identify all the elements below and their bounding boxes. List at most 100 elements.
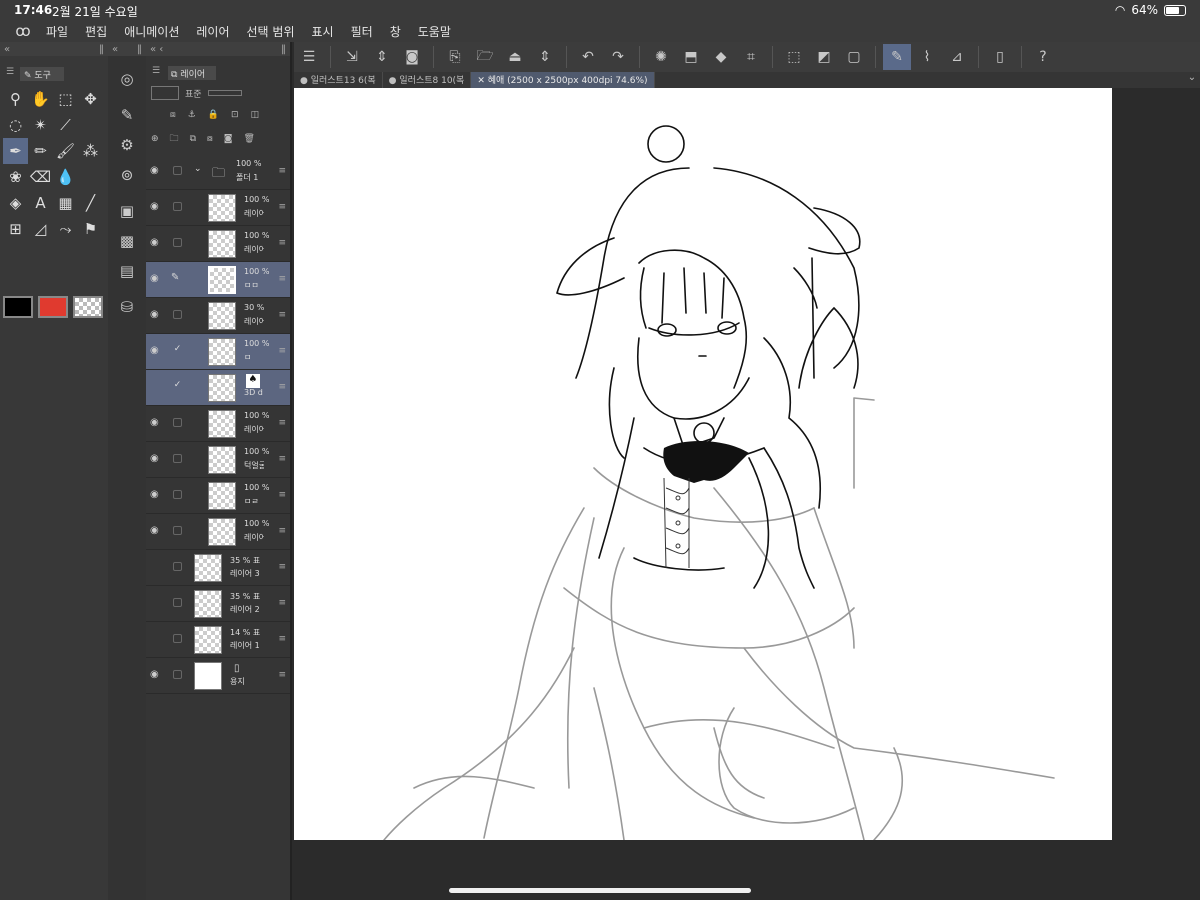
layer-menu-icon[interactable]: ≡ <box>278 670 286 680</box>
layer-menu-icon[interactable]: ≡ <box>278 238 286 248</box>
magic-wand-icon[interactable]: ✴ <box>28 112 53 138</box>
collapse-left-icon[interactable]: « <box>112 44 118 55</box>
eraser-icon[interactable]: ⌫ <box>28 164 53 190</box>
transparent-color-swatch[interactable] <box>73 296 103 318</box>
layer-row[interactable]: ◉ 100 % 턱얼굴 ≡ <box>146 442 290 478</box>
background-color-swatch[interactable] <box>38 296 68 318</box>
ruler-icon[interactable]: ◿ <box>28 216 53 242</box>
navigator-icon[interactable]: ◎ <box>116 68 138 90</box>
collapse-left-icon[interactable]: « ‹ <box>150 44 163 55</box>
clip-studio-logo-icon[interactable]: ꝏ <box>0 22 46 40</box>
new-file-icon[interactable]: ⎘ <box>441 44 469 70</box>
eye-icon[interactable]: ◉ <box>150 345 162 356</box>
text-icon[interactable]: A <box>28 190 53 216</box>
eye-icon[interactable]: ◉ <box>150 165 162 176</box>
menu-filter[interactable]: 필터 <box>351 23 373 40</box>
menu-animation[interactable]: 애니메이션 <box>124 23 179 40</box>
layer-checkbox[interactable] <box>173 562 182 571</box>
layer-menu-icon[interactable]: ≡ <box>278 382 286 392</box>
decoration-icon[interactable]: ❀ <box>3 164 28 190</box>
eye-icon[interactable]: ◉ <box>150 417 162 428</box>
eye-icon[interactable]: ◉ <box>150 525 162 536</box>
layer-menu-icon[interactable]: ≡ <box>278 166 286 176</box>
panel-menu-icon[interactable]: ☰ <box>6 67 14 77</box>
layer-row[interactable]: ◉ ✓ 100 % ㅁ ≡ <box>146 334 290 370</box>
zoom-icon[interactable]: ⚲ <box>3 86 28 112</box>
clip-icon[interactable]: ⧈ <box>170 110 176 120</box>
drawing-paper[interactable] <box>294 88 1112 840</box>
layer-row[interactable]: ◉ ⌄ 🗀 100 % 폴더 1 ≡ <box>146 154 290 190</box>
pencil-icon[interactable]: ✏ <box>28 138 53 164</box>
layer-checkbox[interactable] <box>173 454 182 463</box>
layer-checkbox[interactable] <box>173 202 182 211</box>
menu-edit[interactable]: 편집 <box>85 23 107 40</box>
crop-icon[interactable]: ⌗ <box>737 44 765 70</box>
eye-icon[interactable]: ◉ <box>150 489 162 500</box>
layer-menu-icon[interactable]: ≡ <box>278 526 286 536</box>
move-icon[interactable]: ✥ <box>78 86 103 112</box>
mask-add-icon[interactable]: ◙ <box>224 134 233 144</box>
panel-menu-icon[interactable]: ☰ <box>152 66 160 76</box>
canvas-tab[interactable]: ✕ 혜애 (2500 x 2500px 400dpi 74.6%) <box>471 72 655 88</box>
layer-row[interactable]: 35 % 표 레이어 3 ≡ <box>146 550 290 586</box>
eye-icon[interactable]: ◉ <box>150 273 162 284</box>
layer-checkbox[interactable] <box>173 634 182 643</box>
brush-icon[interactable]: 🖌 <box>53 138 78 164</box>
layer-menu-icon[interactable]: ≡ <box>278 598 286 608</box>
frame-icon[interactable]: ⊞ <box>3 216 28 242</box>
layer-row[interactable]: ◉ 30 % 레이어 ≡ <box>146 298 290 334</box>
updown-icon[interactable]: ⇕ <box>368 44 396 70</box>
mask-icon[interactable]: ◫ <box>251 110 260 120</box>
layer-checkbox[interactable] <box>173 670 182 679</box>
lock-icon[interactable]: 🔒 <box>208 110 219 120</box>
canvas-tab[interactable]: ● 일러스트13 6(복 <box>294 72 383 88</box>
layer-menu-icon[interactable]: ≡ <box>278 274 286 284</box>
merge-layer-icon[interactable]: ⧇ <box>207 134 213 144</box>
layer-checkbox[interactable] <box>173 310 182 319</box>
undo-icon[interactable]: ↶ <box>574 44 602 70</box>
fill-icon[interactable]: ◈ <box>3 190 28 216</box>
check-icon[interactable]: ✓ <box>173 345 182 355</box>
layer-menu-icon[interactable]: ≡ <box>278 562 286 572</box>
brush-size-icon[interactable]: ⊚ <box>116 164 138 186</box>
balloon-icon[interactable]: ⚑ <box>78 216 103 242</box>
menu-selection[interactable]: 선택 범위 <box>247 23 295 40</box>
menu-view[interactable]: 표시 <box>312 23 334 40</box>
foreground-color-swatch[interactable] <box>3 296 33 318</box>
reference-icon[interactable]: ⚓ <box>188 110 196 120</box>
layer-menu-icon[interactable]: ≡ <box>278 634 286 644</box>
layer-row[interactable]: ◉ 100 % 레이어 ≡ <box>146 514 290 550</box>
dot-icon[interactable]: ● <box>300 76 311 86</box>
airbrush-icon[interactable]: ⁂ <box>78 138 103 164</box>
lock-alpha-icon[interactable]: ⊡ <box>231 110 239 120</box>
opacity-slider[interactable] <box>207 90 242 96</box>
redo-icon[interactable]: ↷ <box>604 44 632 70</box>
layer-row[interactable]: ✓ ♠ 3D d ≡ <box>146 370 290 406</box>
material-icon[interactable]: ⛁ <box>116 296 138 318</box>
layer-row[interactable]: 14 % 표 레이어 1 ≡ <box>146 622 290 658</box>
tool-property-icon[interactable]: ✎ <box>116 104 138 126</box>
layer-row[interactable]: ◉ 100 % 레이어 ≡ <box>146 190 290 226</box>
eye-icon[interactable]: ◉ <box>150 453 162 464</box>
panel-divider[interactable] <box>290 42 292 900</box>
dot-icon[interactable]: ● <box>389 76 400 86</box>
layer-checkbox[interactable] <box>173 526 182 535</box>
layer-checkbox[interactable] <box>173 166 182 175</box>
layer-row[interactable]: ◉ ▯ 용지 ≡ <box>146 658 290 694</box>
layer-menu-icon[interactable]: ≡ <box>278 310 286 320</box>
new-folder-icon[interactable]: 🗀 <box>170 131 179 147</box>
line-icon[interactable]: ╱ <box>78 190 103 216</box>
updown-icon[interactable]: ⇕ <box>531 44 559 70</box>
pen-icon[interactable]: ✒ <box>3 138 28 164</box>
hand-icon[interactable]: ✋ <box>28 86 53 112</box>
deselect-icon[interactable]: ⬚ <box>780 44 808 70</box>
transform-icon[interactable]: ⬒ <box>677 44 705 70</box>
layer-row[interactable]: ◉ ✎ 100 % ㅁㅁ ≡ <box>146 262 290 298</box>
device-icon[interactable]: ▯ <box>986 44 1014 70</box>
blend-icon[interactable]: 💧 <box>53 164 78 190</box>
layer-row[interactable]: 35 % 표 레이어 2 ≡ <box>146 586 290 622</box>
new-layer-icon[interactable]: ⊕ <box>151 134 159 144</box>
layer-tab[interactable]: ⧉ 레이어 <box>168 66 216 80</box>
tool-tab[interactable]: ✎ 도구 <box>20 67 64 81</box>
layer-checkbox[interactable] <box>173 418 182 427</box>
